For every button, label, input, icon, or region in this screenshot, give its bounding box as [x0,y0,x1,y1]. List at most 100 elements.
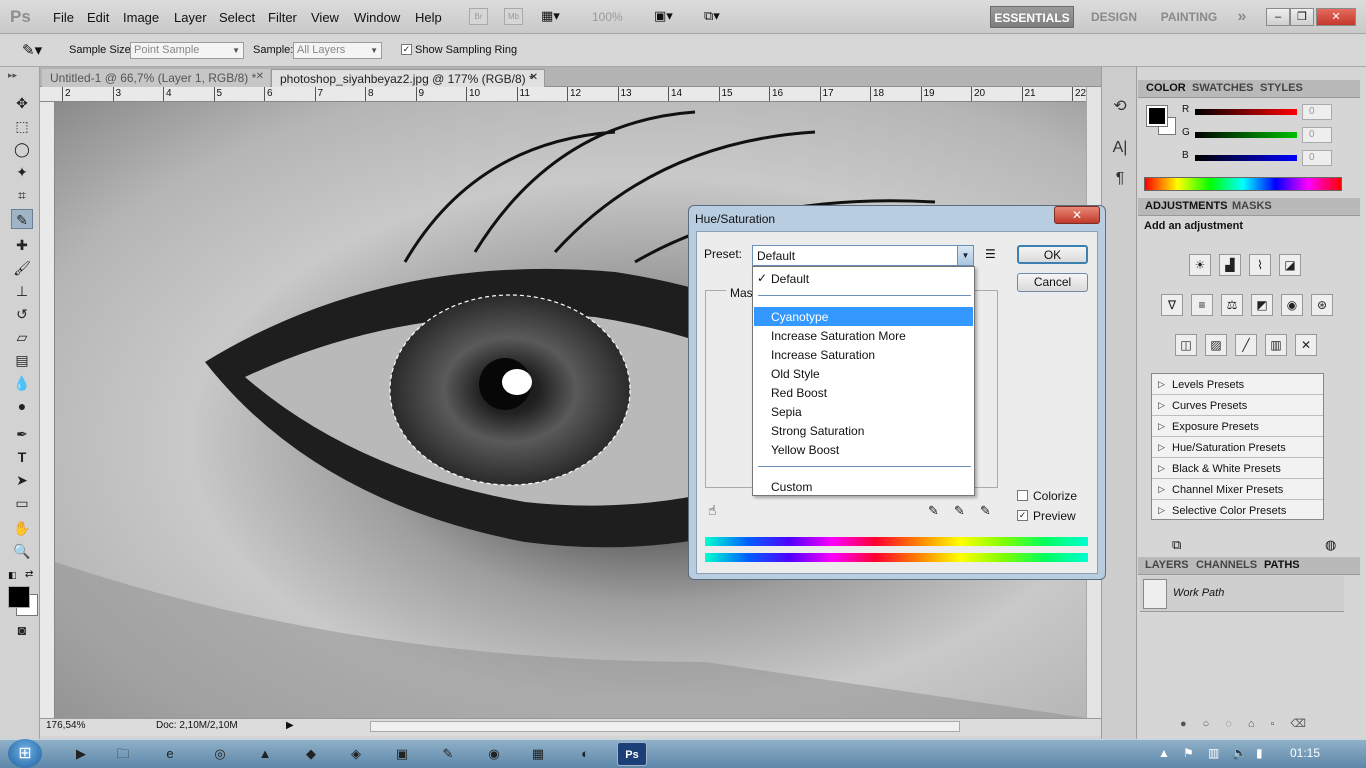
tab-adjustments[interactable]: ADJUSTMENTS [1145,200,1228,212]
menu-image[interactable]: Image [123,10,159,25]
curves-icon[interactable]: ⌇ [1249,254,1271,276]
adjustment-view-icon[interactable]: ⧉ [1172,537,1181,553]
eyedropper-minus-icon[interactable]: ✎ [980,503,991,519]
tab-channels[interactable]: CHANNELS [1196,559,1257,571]
status-zoom[interactable]: 176,54% [46,720,85,731]
menu-filter[interactable]: Filter [268,10,297,25]
paragraph-panel-icon[interactable]: ¶ [1110,170,1130,192]
dodge-tool-icon[interactable]: ● [11,396,33,416]
list-item[interactable]: ▷ Levels Presets [1152,374,1323,395]
close-tab-icon[interactable]: ✕ [530,72,538,83]
exposure-icon[interactable]: ◪ [1279,254,1301,276]
network-icon[interactable]: ▥ [1208,746,1219,760]
vibrance-icon[interactable]: ∇ [1161,294,1183,316]
quick-select-tool-icon[interactable]: ✦ [11,162,33,182]
list-item[interactable]: ▷ Exposure Presets [1152,416,1323,437]
path-select-tool-icon[interactable]: ➤ [11,470,33,490]
app-icon[interactable]: ◐ [570,742,600,766]
dialog-close-button[interactable]: ✕ [1054,206,1100,224]
sampling-ring-checkbox[interactable]: ✓ [401,44,412,55]
threshold-icon[interactable]: ╱ [1235,334,1257,356]
menu-select[interactable]: Select [219,10,255,25]
app-icon[interactable]: ▦ [523,742,553,766]
menu-edit[interactable]: Edit [87,10,109,25]
shape-tool-icon[interactable]: ▭ [11,493,33,513]
app-icon[interactable]: ◆ [296,742,326,766]
path-name[interactable]: Work Path [1173,587,1224,599]
workspace-painting[interactable]: PAINTING [1154,6,1224,28]
invert-icon[interactable]: ◫ [1175,334,1197,356]
preset-options-icon[interactable]: ☰ [985,247,996,261]
photo-filter-icon[interactable]: ◉ [1281,294,1303,316]
preset-select[interactable]: Default [752,245,974,266]
eyedropper-tool-icon[interactable]: ✎ [11,209,33,229]
menu-view[interactable]: View [311,10,339,25]
targeted-adjustment-icon[interactable]: ☝ [708,502,717,519]
close-tab-icon[interactable]: ✕ [256,71,264,82]
mini-bridge-icon[interactable]: Mb [504,8,523,25]
channel-b-slider[interactable] [1195,155,1297,161]
list-item[interactable]: ▷ Channel Mixer Presets [1152,479,1323,500]
zoom-level[interactable]: 100% [592,10,623,24]
paths-panel-toolbar[interactable]: ●○◌⌂▫⌫ [1180,717,1322,730]
preset-option-increase-saturation-more[interactable]: Increase Saturation More [754,326,973,345]
channel-b-value[interactable]: 0 [1302,150,1332,166]
photoshop-taskbar-icon[interactable]: Ps [617,742,647,766]
history-brush-tool-icon[interactable]: ↺ [11,304,33,324]
status-menu-arrow-icon[interactable]: ▶ [286,720,294,731]
channel-g-slider[interactable] [1195,132,1297,138]
eraser-tool-icon[interactable]: ▱ [11,327,33,347]
preset-option-cyanotype[interactable]: Cyanotype [754,307,973,326]
black-white-icon[interactable]: ◩ [1251,294,1273,316]
gradient-map-icon[interactable]: ▥ [1265,334,1287,356]
levels-icon[interactable]: ▟ [1219,254,1241,276]
stamp-tool-icon[interactable]: ⊥ [11,281,33,301]
acrobat-icon[interactable]: ▲ [250,742,280,766]
preset-option-yellow-boost[interactable]: Yellow Boost [754,440,973,459]
lasso-tool-icon[interactable]: ◯ [11,139,33,159]
tab-masks[interactable]: MASKS [1232,200,1272,212]
internet-explorer-icon[interactable]: e [155,742,185,766]
clock[interactable]: 01:15 [1290,746,1320,760]
chevron-down-icon[interactable]: ▼ [957,246,973,265]
color-balance-icon[interactable]: ⚖ [1221,294,1243,316]
app-icon[interactable]: ▣ [387,742,417,766]
eyedropper-preset-icon[interactable]: ✎▾ [22,41,42,59]
app-icon[interactable]: ✎ [433,742,463,766]
preset-option-custom[interactable]: Custom [754,477,973,496]
menu-file[interactable]: File [53,10,74,25]
flag-icon[interactable]: ⚑ [1183,746,1194,760]
tab-layers[interactable]: LAYERS [1145,559,1189,571]
list-item[interactable]: ▷ Hue/Saturation Presets [1152,437,1323,458]
preset-option-strong-saturation[interactable]: Strong Saturation [754,421,973,440]
preset-option-old-style[interactable]: Old Style [754,364,973,383]
arrange-documents-icon[interactable]: ▣▾ [654,8,673,24]
volume-icon[interactable]: 🔈 [1232,746,1247,760]
tab-swatches[interactable]: SWATCHES [1192,82,1254,94]
tab-color[interactable]: COLOR [1146,82,1186,94]
gradient-tool-icon[interactable]: ▤ [11,350,33,370]
marquee-tool-icon[interactable]: ⬚ [11,116,33,136]
bridge-icon[interactable]: Br [469,8,488,25]
app-icon[interactable]: ◈ [341,742,371,766]
list-item[interactable]: ▷ Curves Presets [1152,395,1323,416]
type-tool-icon[interactable]: T [11,447,33,467]
collapse-tools-icon[interactable]: ▸▸ [8,70,17,81]
tray-expand-icon[interactable]: ▲ [1158,746,1170,760]
ruler-horizontal[interactable]: 2 3 4 5 6 7 8 9 10 11 12 13 14 15 16 17 18 19 20 21 22 [40,87,1086,102]
character-panel-icon[interactable]: A| [1110,139,1130,161]
crop-tool-icon[interactable]: ⌗ [11,185,33,205]
chrome-icon[interactable]: ◎ [205,742,235,766]
view-extras-icon[interactable]: ▦▾ [541,8,560,24]
hue-saturation-icon[interactable]: ≡ [1191,294,1213,316]
colorize-checkbox[interactable] [1017,490,1028,501]
blur-tool-icon[interactable]: 💧 [11,373,33,393]
sample-size-select[interactable]: Point Sample ▼ [130,42,244,59]
eyedropper-icon[interactable]: ✎ [928,503,939,519]
channel-mixer-icon[interactable]: ⊛ [1311,294,1333,316]
menu-window[interactable]: Window [354,10,400,25]
close-app-button[interactable]: ✕ [1316,8,1356,26]
channel-g-value[interactable]: 0 [1302,127,1332,143]
restore-button[interactable]: ❐ [1290,8,1314,26]
workspace-essentials[interactable]: ESSENTIALS [990,6,1074,28]
